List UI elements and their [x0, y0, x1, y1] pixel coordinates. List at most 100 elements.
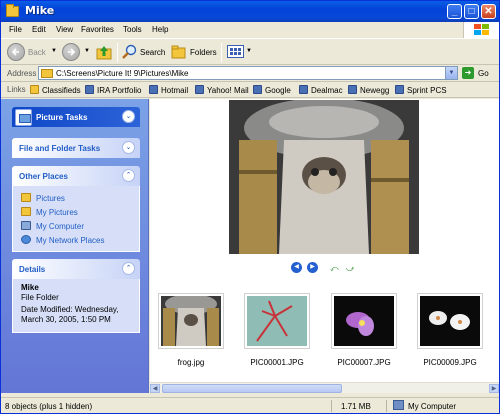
link-hotmail[interactable]: Hotmail — [149, 85, 188, 95]
folder-icon — [6, 4, 19, 17]
back-dropdown-icon[interactable]: ▼ — [51, 48, 57, 54]
menu-view[interactable]: View — [56, 25, 73, 34]
thumbnail-frog[interactable] — [158, 293, 224, 349]
other-places-header[interactable]: Other Places ⌃ — [12, 166, 140, 186]
search-button[interactable]: Search — [140, 48, 165, 57]
page-icon — [149, 85, 158, 94]
forward-dropdown-icon[interactable]: ▼ — [84, 48, 90, 54]
menu-edit[interactable]: Edit — [32, 25, 46, 34]
horizontal-scrollbar[interactable]: ◀ ▶ — [150, 382, 499, 393]
thumbnail-image — [161, 296, 221, 346]
link-newegg[interactable]: Newegg — [348, 85, 389, 95]
file-folder-tasks-header[interactable]: File and Folder Tasks ⌄ — [12, 138, 140, 158]
window-title: Mike — [25, 4, 55, 17]
folders-icon[interactable] — [171, 45, 187, 59]
thumbnail-image — [420, 296, 480, 346]
previous-image-button[interactable]: ◀ — [291, 262, 302, 273]
white-orchid-thumbnail — [420, 296, 480, 346]
menu-tools[interactable]: Tools — [123, 25, 142, 34]
next-image-button[interactable]: ▶ — [307, 262, 318, 273]
title-bar[interactable]: Mike _ □ ✕ — [1, 1, 499, 22]
link-dealmac[interactable]: Dealmac — [299, 85, 343, 95]
collapse-chevron-icon[interactable]: ⌃ — [122, 262, 135, 275]
expand-chevron-icon[interactable]: ⌄ — [122, 110, 135, 123]
page-icon — [195, 85, 204, 94]
link-sprint-pcs[interactable]: Sprint PCS — [395, 85, 447, 95]
file-folder-tasks-panel: File and Folder Tasks ⌄ — [12, 138, 140, 158]
maximize-button[interactable]: □ — [464, 4, 479, 19]
search-icon[interactable] — [122, 44, 138, 60]
address-dropdown-icon[interactable]: ▼ — [445, 67, 457, 79]
menu-help[interactable]: Help — [152, 25, 168, 34]
menu-favorites[interactable]: Favorites — [81, 25, 114, 34]
minimize-button[interactable]: _ — [447, 4, 462, 19]
status-object-count: 8 objects (plus 1 hidden) — [5, 402, 93, 411]
computer-icon — [393, 400, 404, 410]
go-button[interactable]: Go — [478, 69, 489, 78]
thumbnail-pic00007[interactable] — [331, 293, 397, 349]
back-arrow-icon — [11, 48, 19, 56]
other-places-panel: Other Places ⌃ Pictures My Pictures My C… — [12, 166, 140, 252]
windows-logo — [463, 22, 499, 38]
link-google[interactable]: Google — [253, 85, 291, 95]
filmstrip-preview-image — [229, 100, 419, 254]
place-my-network-places[interactable]: My Network Places — [21, 234, 131, 248]
windows-flag-icon — [474, 24, 489, 35]
views-dropdown-icon[interactable]: ▼ — [246, 48, 252, 54]
close-button[interactable]: ✕ — [481, 4, 496, 19]
forward-arrow-icon — [68, 48, 76, 56]
forward-button[interactable] — [62, 43, 80, 61]
status-bar: 8 objects (plus 1 hidden) 1.71 MB My Com… — [1, 397, 499, 413]
scrollbar-thumb[interactable] — [162, 384, 342, 393]
status-location: My Computer — [408, 402, 457, 411]
details-header[interactable]: Details ⌃ — [12, 259, 140, 279]
page-icon — [395, 85, 404, 94]
details-panel: Details ⌃ Mike File Folder Date Modified… — [12, 259, 140, 333]
address-path: C:\Screens\Picture It! 9\Pictures\Mike — [56, 69, 189, 78]
address-input[interactable]: C:\Screens\Picture It! 9\Pictures\Mike ▼ — [38, 66, 458, 80]
place-my-computer[interactable]: My Computer — [21, 220, 131, 234]
address-label: Address — [7, 69, 37, 78]
rotate-clockwise-icon[interactable]: ⤻ — [346, 264, 355, 274]
thumbnail-caption: PIC00007.JPG — [337, 358, 391, 367]
thumbnail-caption: PIC00001.JPG — [250, 358, 304, 367]
scroll-left-icon[interactable]: ◀ — [150, 384, 160, 393]
scroll-right-icon[interactable]: ▶ — [489, 384, 499, 393]
thumbnail-pic00009[interactable] — [417, 293, 483, 349]
picture-tasks-panel: Picture Tasks ⌄ — [12, 107, 140, 127]
links-bar: Links Classifieds IRA Portfolio Hotmail … — [1, 82, 499, 98]
link-classifieds[interactable]: Classifieds — [30, 85, 81, 95]
details-name: Mike — [21, 283, 39, 292]
place-my-pictures[interactable]: My Pictures — [21, 206, 131, 220]
back-button[interactable] — [7, 43, 25, 61]
back-label: Back — [28, 48, 46, 57]
views-icon[interactable] — [227, 45, 245, 59]
folders-button[interactable]: Folders — [190, 48, 217, 57]
content-area: ◀ ▶ ⤺ ⤻ frog.jpg PIC00001.JPG PIC00007.J… — [150, 99, 499, 393]
network-icon — [21, 235, 31, 244]
place-pictures[interactable]: Pictures — [21, 192, 131, 206]
computer-icon — [21, 221, 31, 230]
up-folder-icon[interactable] — [96, 44, 112, 60]
expand-chevron-icon[interactable]: ⌄ — [122, 141, 135, 154]
page-icon — [299, 85, 308, 94]
thumbnail-pic00001[interactable] — [244, 293, 310, 349]
toolbar-separator — [221, 43, 222, 62]
details-body: Mike File Folder Date Modified: Wednesda… — [12, 279, 140, 333]
picture-tasks-header[interactable]: Picture Tasks ⌄ — [12, 107, 140, 127]
collapse-chevron-icon[interactable]: ⌃ — [122, 169, 135, 182]
rotate-counterclockwise-icon[interactable]: ⤺ — [330, 264, 339, 274]
link-yahoo-mail[interactable]: Yahoo! Mail — [195, 85, 249, 95]
picture-tasks-title: Picture Tasks — [36, 113, 88, 122]
pictures-folder-icon — [21, 207, 31, 216]
menu-file[interactable]: File — [9, 25, 22, 34]
page-icon — [253, 85, 262, 94]
status-size: 1.71 MB — [341, 402, 371, 411]
go-arrow-icon[interactable]: ➜ — [462, 67, 474, 79]
toolbar-separator — [117, 43, 118, 62]
coral-thumbnail — [247, 296, 307, 346]
links-label: Links — [7, 85, 26, 94]
page-icon — [85, 85, 94, 94]
purple-orchid-thumbnail — [334, 296, 394, 346]
link-ira-portfolio[interactable]: IRA Portfolio — [85, 85, 141, 95]
